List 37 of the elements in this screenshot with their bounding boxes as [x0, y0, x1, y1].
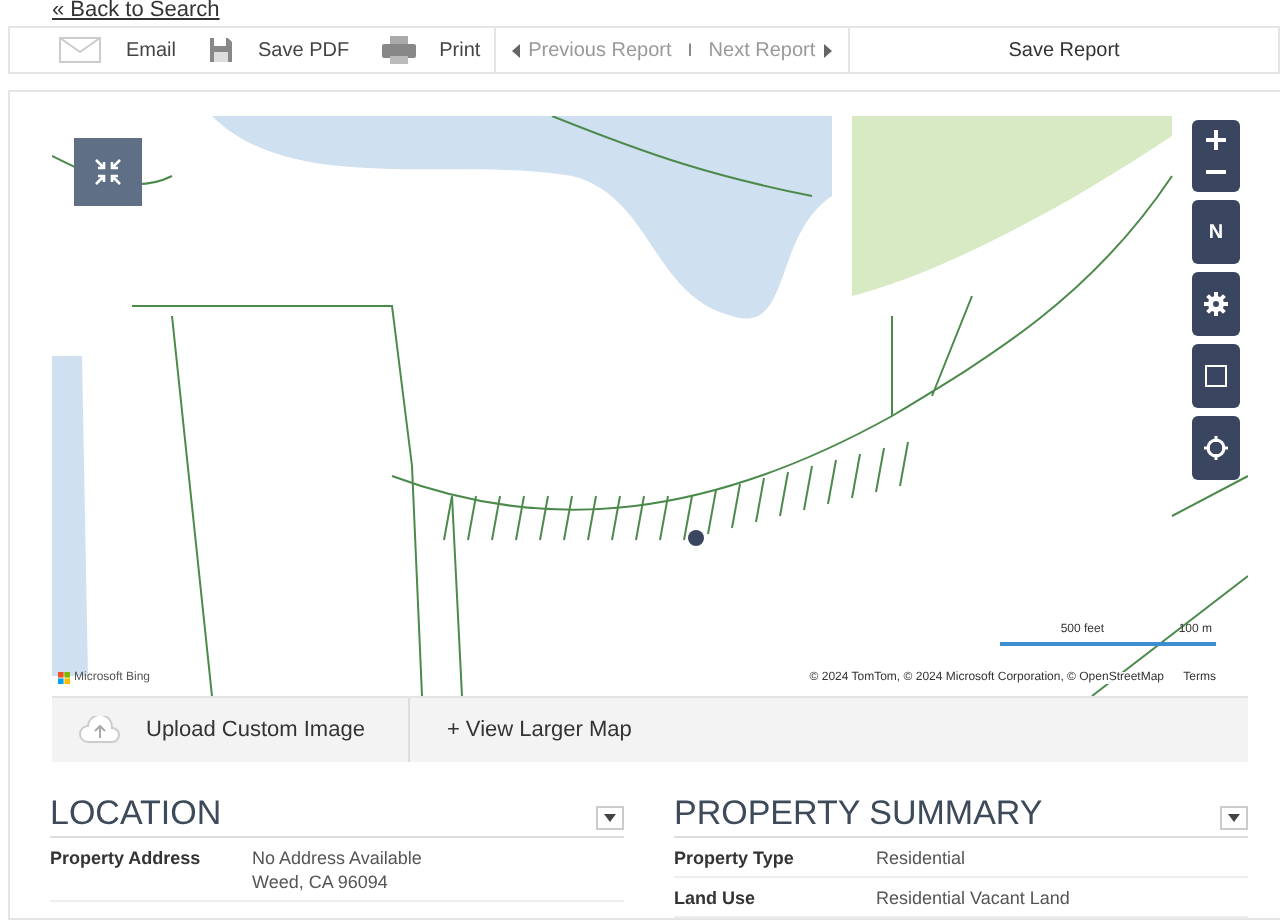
zoom-control[interactable]	[1192, 120, 1240, 192]
field-value: No Address Available	[252, 846, 422, 870]
right-triangle-icon	[823, 43, 832, 57]
locate-button[interactable]	[1192, 416, 1240, 480]
field-value: Residential Vacant Land	[876, 886, 1070, 910]
compass-button[interactable]: N	[1192, 200, 1240, 264]
section-title: PROPERTY SUMMARY	[674, 794, 1043, 834]
settings-button[interactable]	[1192, 272, 1240, 336]
crosshair-icon	[1204, 436, 1228, 460]
field-value: Residential	[876, 846, 966, 870]
pdf-button[interactable]: Save PDF	[200, 36, 358, 64]
nav-separator: I	[687, 40, 693, 60]
cloud-upload-icon	[78, 716, 122, 744]
windows-logo-icon	[58, 672, 70, 684]
print-button[interactable]: Print	[373, 36, 489, 64]
collapse-button[interactable]	[74, 138, 142, 206]
save-report-button[interactable]: Save Report	[996, 37, 1132, 63]
square-frame-icon	[1204, 364, 1228, 388]
upload-image-button[interactable]: Upload Custom Image	[52, 698, 411, 762]
field-value: Weed, CA 96094	[252, 870, 390, 894]
section-dropdown[interactable]	[1220, 806, 1248, 830]
field-label: Property Address	[50, 846, 203, 872]
section-dropdown[interactable]	[596, 806, 624, 830]
back-to-search-link[interactable]: « Back to Search	[52, 0, 220, 22]
caret-icon	[604, 814, 616, 822]
caret-icon	[1228, 814, 1240, 822]
field-label: Property Type	[674, 846, 796, 870]
view-larger-map-link[interactable]: + View Larger Map	[446, 718, 632, 742]
email-button[interactable]: Email	[50, 36, 185, 64]
collapse-arrows-icon	[94, 158, 122, 186]
printer-icon	[381, 36, 416, 64]
envelope-icon	[58, 36, 102, 64]
left-triangle-icon	[512, 43, 521, 57]
section-title: LOCATION	[50, 794, 222, 834]
settings-icon	[1204, 292, 1228, 316]
select-area-button[interactable]	[1192, 344, 1240, 408]
field-label: Land Use	[674, 886, 758, 910]
